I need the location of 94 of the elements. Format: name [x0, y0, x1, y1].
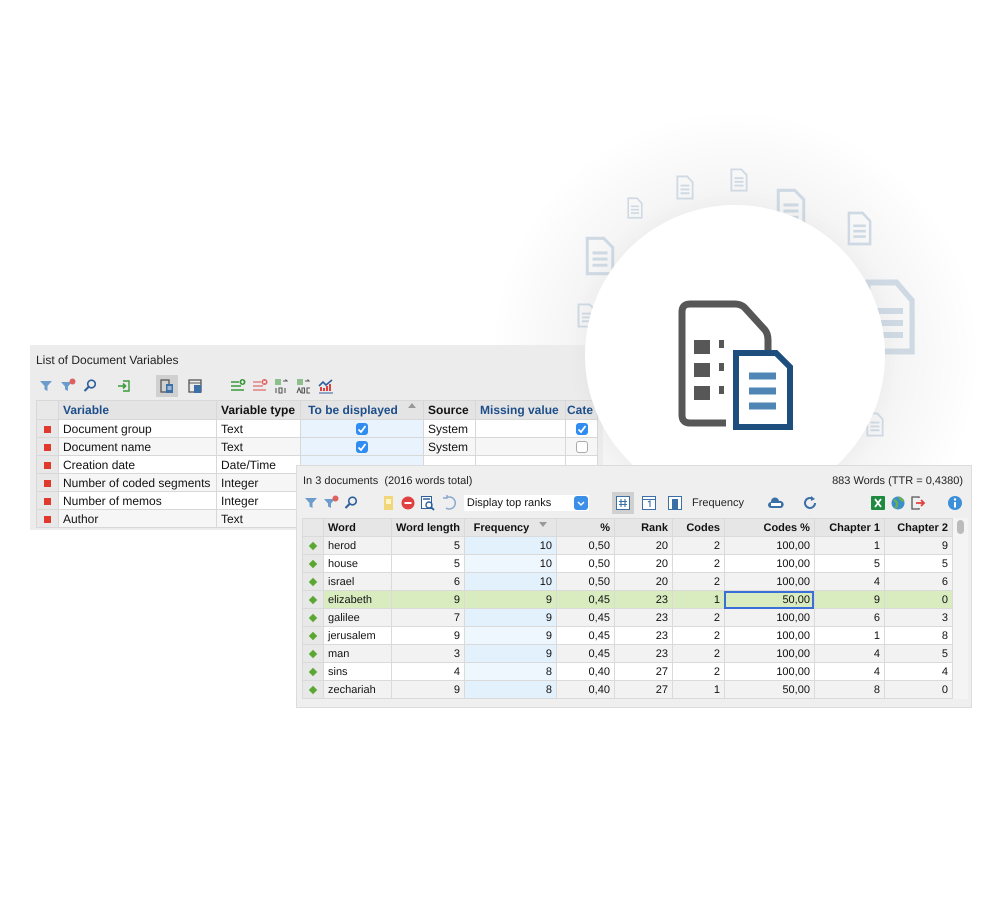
word-count-text: 883 Words (TTR = 0,4380): [832, 475, 963, 487]
sort-label: Frequency: [692, 497, 744, 509]
export-icon[interactable]: [910, 495, 926, 511]
scrollbar[interactable]: [952, 518, 968, 699]
column-header[interactable]: Word length: [392, 518, 464, 536]
variable-marker-icon: [44, 426, 51, 432]
checkbox[interactable]: [356, 441, 368, 454]
document-icon: [730, 168, 748, 192]
column-header[interactable]: Chapter 1: [814, 518, 884, 536]
table-cell: System: [428, 440, 468, 454]
column-header[interactable]: Codes %: [724, 518, 814, 536]
column-header[interactable]: %: [556, 518, 614, 536]
ranks-dropdown[interactable]: Display top ranks: [464, 495, 590, 511]
table-cell: 9: [464, 644, 556, 662]
rank-view-icon: [640, 495, 657, 511]
summary-text: In 3 documents (2016 words total): [303, 475, 472, 487]
variable-marker-icon: [44, 516, 51, 522]
table-cell: 100,00: [724, 572, 814, 590]
convert-number-icon[interactable]: [274, 378, 290, 394]
window-view-icon: [187, 378, 203, 394]
table-cell: 9: [392, 680, 464, 698]
word-marker-icon: [308, 541, 318, 550]
table-cell: 1: [672, 680, 724, 698]
globe-icon[interactable]: [890, 495, 906, 511]
variable-marker-icon: [44, 462, 51, 468]
variable-marker-icon: [44, 444, 51, 450]
table-cell: 0: [884, 680, 952, 698]
variable-marker-icon: [44, 498, 51, 504]
document-list-icon: [678, 300, 796, 430]
add-row-icon[interactable]: [230, 378, 246, 394]
column-header[interactable]: Codes: [672, 518, 724, 536]
filter-badge-icon[interactable]: [323, 495, 339, 511]
table-cell: 9: [464, 626, 556, 644]
document-icon: [585, 236, 615, 276]
column-header[interactable]: Missing value: [476, 400, 566, 420]
refresh-icon[interactable]: [802, 495, 818, 511]
column-header[interactable]: Variable type: [216, 400, 300, 420]
document-icon: [676, 175, 694, 200]
view-toggle-button[interactable]: [612, 492, 634, 514]
table-cell: zechariah: [324, 680, 392, 698]
column-header[interactable]: Cate: [566, 400, 598, 420]
word-marker-icon: [308, 649, 318, 658]
word-marker-icon: [308, 577, 318, 586]
document-icon: [847, 211, 872, 246]
stop-icon[interactable]: [400, 495, 416, 511]
import-icon[interactable]: [116, 378, 132, 394]
cloud-icon[interactable]: [768, 495, 784, 511]
table-cell: 27: [614, 680, 672, 698]
column-header[interactable]: Variable: [58, 400, 216, 420]
documents-view-icon: [159, 378, 175, 394]
table-cell: 8: [814, 680, 884, 698]
word-marker-icon: [308, 685, 318, 694]
column-header[interactable]: Rank: [614, 518, 672, 536]
search-icon[interactable]: [343, 495, 359, 511]
column-header[interactable]: To be displayed: [300, 400, 424, 420]
checkbox[interactable]: [576, 441, 588, 454]
word-marker-icon: [308, 631, 318, 640]
checkbox[interactable]: [576, 423, 588, 436]
table-cell: 10: [464, 554, 556, 572]
word-marker-icon: [308, 559, 318, 568]
column-header[interactable]: Word: [324, 518, 392, 536]
window-title: List of Document Variables: [35, 352, 180, 367]
chevron-icon: [574, 496, 588, 510]
document-search-icon[interactable]: [420, 495, 436, 511]
table-cell: 50,00: [724, 680, 814, 698]
filter-badge-icon[interactable]: [60, 378, 76, 394]
table-cell: System: [428, 422, 468, 436]
convert-text-icon[interactable]: [296, 378, 312, 394]
filter-icon[interactable]: [38, 378, 54, 394]
column-view-icon: [666, 495, 683, 511]
hash-view-icon: [614, 495, 631, 511]
table-cell: 10: [464, 536, 556, 554]
column-header[interactable]: Frequency: [464, 518, 556, 536]
view-toggle-button[interactable]: [156, 375, 178, 397]
info-icon[interactable]: [946, 495, 963, 511]
word-marker-icon: [308, 613, 318, 622]
spreadsheet-icon[interactable]: [870, 495, 886, 511]
word-marker-icon: [308, 667, 318, 676]
chart-icon[interactable]: [318, 378, 334, 394]
table-cell: 8: [464, 680, 556, 698]
document-icon: [627, 197, 643, 219]
search-icon[interactable]: [82, 378, 98, 394]
table-cell: 0,40: [556, 680, 614, 698]
table-cell: 10: [464, 572, 556, 590]
column-header[interactable]: Chapter 2: [884, 518, 952, 536]
table-cell: 9: [464, 608, 556, 626]
table-cell: 50,00: [724, 590, 814, 608]
table-cell: Author: [58, 510, 216, 528]
checkbox[interactable]: [356, 423, 368, 436]
column-header[interactable]: Source: [424, 400, 476, 420]
word-marker-icon: [308, 595, 318, 604]
remove-row-icon[interactable]: [252, 378, 268, 394]
table-cell: 8: [464, 662, 556, 680]
variable-marker-icon: [44, 480, 51, 486]
